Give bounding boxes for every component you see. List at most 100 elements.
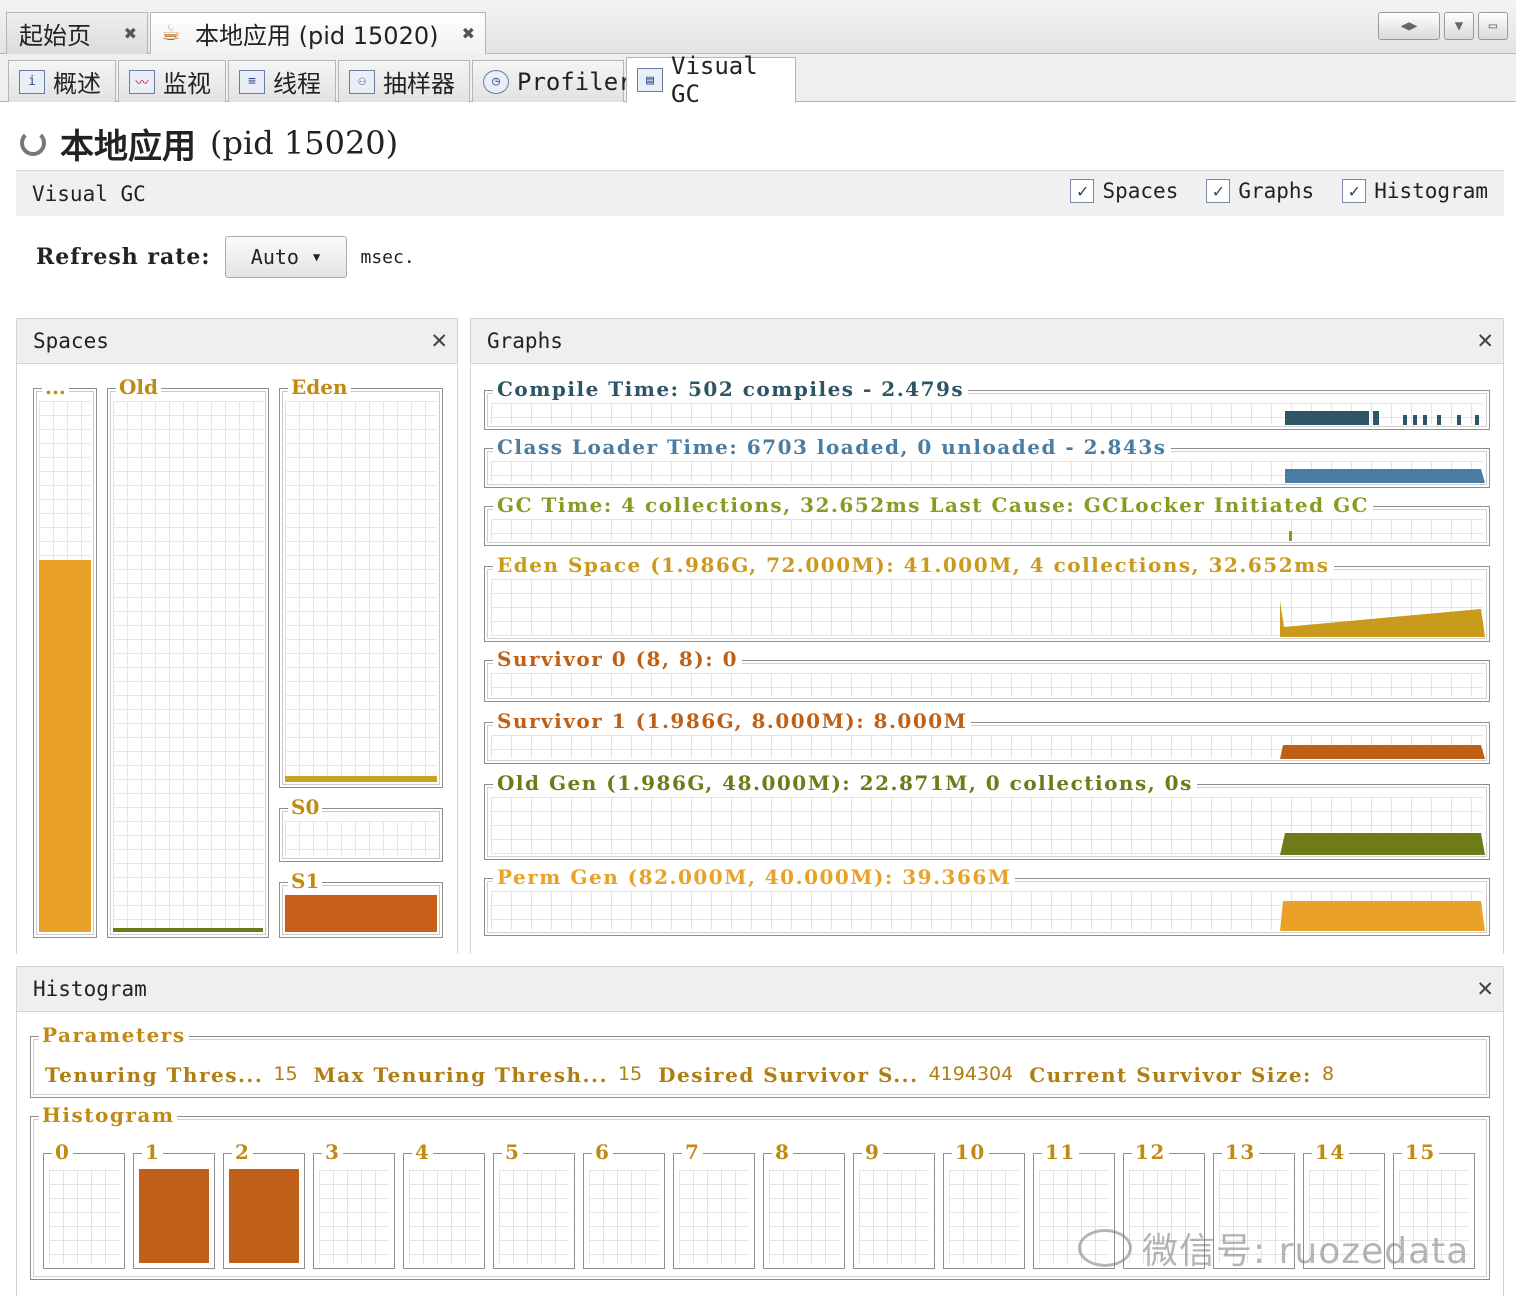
view-tab-bar: i 概述 〰 监视 ≡ 线程 ⚇ 抽样器 ◷ Profiler ▤ Visual… bbox=[0, 52, 1516, 108]
graph-plot bbox=[1280, 745, 1485, 759]
age-grid bbox=[49, 1170, 119, 1263]
checkmark-icon[interactable]: ✓ bbox=[1206, 179, 1231, 203]
space-grid bbox=[285, 821, 437, 856]
space-usage-fill bbox=[39, 560, 91, 932]
scroll-tabs-button[interactable]: ◀▶ bbox=[1378, 12, 1440, 40]
space-perm: ... bbox=[33, 376, 97, 938]
graph-plot bbox=[1280, 601, 1485, 637]
space-grid bbox=[285, 401, 437, 782]
overview-icon: i bbox=[19, 69, 45, 94]
graphs-checkbox[interactable]: ✓ Graphs bbox=[1206, 179, 1314, 203]
parameter-value: 15 bbox=[617, 1063, 643, 1085]
maximize-button[interactable]: ▭ bbox=[1478, 12, 1508, 40]
age-label: 12 bbox=[1132, 1141, 1169, 1163]
age-bucket: 6 bbox=[583, 1141, 665, 1269]
graph-trace bbox=[1285, 411, 1369, 425]
graph-trace bbox=[1285, 469, 1485, 483]
tab-monitor[interactable]: 〰 监视 bbox=[118, 60, 226, 102]
tab-profiler[interactable]: ◷ Profiler bbox=[472, 60, 633, 102]
tab-local-app[interactable]: ☕ 本地应用 (pid 15020) ✖ bbox=[150, 12, 486, 54]
checkbox-label: Graphs bbox=[1238, 179, 1315, 203]
space-grid bbox=[113, 401, 263, 932]
parameter-name: Current Survivor Size: bbox=[1029, 1063, 1312, 1087]
parameter-value: 15 bbox=[273, 1063, 298, 1085]
tab-visual-gc[interactable]: ▤ Visual GC bbox=[626, 52, 796, 108]
parameter-name: Tenuring Thres... bbox=[45, 1063, 264, 1087]
age-label: 11 bbox=[1042, 1141, 1079, 1163]
space-label: S1 bbox=[288, 870, 323, 892]
close-icon[interactable]: ✕ bbox=[1477, 325, 1493, 355]
age-bucket: 2 bbox=[223, 1141, 305, 1269]
loading-spinner-icon bbox=[20, 130, 46, 156]
age-label: 2 bbox=[232, 1141, 254, 1163]
graph-grid bbox=[491, 673, 1483, 696]
refresh-rate-row: Refresh rate: Auto ▼ msec. bbox=[36, 236, 415, 278]
tab-label: 监视 bbox=[163, 70, 211, 98]
space-label: Eden bbox=[288, 376, 351, 398]
tab-label: 起始页 bbox=[19, 22, 91, 50]
space-usage-fill bbox=[285, 776, 437, 782]
graphs-panel-header: Graphs ✕ bbox=[470, 318, 1504, 364]
spaces-panel-header: Spaces ✕ bbox=[16, 318, 458, 364]
close-icon[interactable]: ✖ bbox=[124, 24, 137, 43]
checkmark-icon[interactable]: ✓ bbox=[1342, 179, 1367, 203]
graph-label: Compile Time: 502 compiles - 2.479s bbox=[493, 377, 969, 401]
age-bucket: 0 bbox=[43, 1141, 125, 1269]
close-icon[interactable]: ✕ bbox=[431, 325, 447, 355]
parameter-name: Max Tenuring Thresh... bbox=[313, 1063, 608, 1087]
graph-perm-gen: Perm Gen (82.000M, 40.000M): 39.366M bbox=[484, 865, 1490, 936]
graph-trace bbox=[1457, 415, 1461, 425]
age-bucket: 5 bbox=[493, 1141, 575, 1269]
graph-plot bbox=[1289, 531, 1292, 541]
age-grid bbox=[769, 1170, 839, 1263]
graph-survivor-0: Survivor 0 (8, 8): 0 bbox=[484, 647, 1490, 702]
graph-label: Old Gen (1.986G, 48.000M): 22.871M, 0 co… bbox=[493, 771, 1197, 795]
age-grid bbox=[949, 1170, 1019, 1263]
parameters-box: Parameters Tenuring Thres... 15 Max Tenu… bbox=[30, 1024, 1490, 1098]
graph-label: GC Time: 4 collections, 32.652ms Last Ca… bbox=[493, 493, 1374, 517]
refresh-rate-select[interactable]: Auto ▼ bbox=[224, 236, 347, 278]
space-label: Old bbox=[116, 376, 162, 398]
graph-old-gen: Old Gen (1.986G, 48.000M): 22.871M, 0 co… bbox=[484, 771, 1490, 860]
graph-label: Survivor 0 (8, 8): 0 bbox=[493, 647, 743, 671]
checkbox-label: Spaces bbox=[1102, 179, 1179, 203]
tab-list-dropdown-button[interactable]: ▼ bbox=[1444, 12, 1474, 40]
monitor-icon: 〰 bbox=[129, 69, 155, 94]
age-label: 10 bbox=[952, 1141, 989, 1163]
wechat-logo-icon bbox=[1078, 1229, 1132, 1267]
space-eden: Eden bbox=[279, 376, 443, 788]
space-label: ... bbox=[42, 376, 69, 398]
profiler-icon: ◷ bbox=[483, 69, 509, 94]
page-title-pid: (pid 15020) bbox=[210, 124, 399, 162]
age-label: 1 bbox=[142, 1141, 164, 1163]
tab-label: Profiler bbox=[517, 67, 633, 96]
graph-plot bbox=[1280, 833, 1485, 855]
age-grid bbox=[679, 1170, 749, 1263]
age-grid bbox=[319, 1170, 389, 1263]
graph-gc-time: GC Time: 4 collections, 32.652ms Last Ca… bbox=[484, 493, 1490, 546]
age-bucket: 4 bbox=[403, 1141, 485, 1269]
age-bucket: 7 bbox=[673, 1141, 755, 1269]
spaces-panel-title: Spaces bbox=[33, 329, 109, 353]
age-label: 9 bbox=[862, 1141, 884, 1163]
histogram-checkbox[interactable]: ✓ Histogram bbox=[1342, 179, 1488, 203]
space-usage-fill bbox=[113, 928, 263, 932]
graph-compile-time: Compile Time: 502 compiles - 2.479s bbox=[484, 377, 1490, 430]
graph-trace bbox=[1437, 415, 1441, 425]
age-grid bbox=[409, 1170, 479, 1263]
space-s1: S1 bbox=[279, 870, 443, 938]
tab-start-page[interactable]: 起始页 ✖ bbox=[6, 12, 148, 54]
parameter-value: 8 bbox=[1321, 1063, 1335, 1085]
tab-sampler[interactable]: ⚇ 抽样器 bbox=[338, 60, 470, 102]
view-toggles: ✓ Spaces ✓ Graphs ✓ Histogram bbox=[1070, 179, 1488, 203]
tab-threads[interactable]: ≡ 线程 bbox=[228, 60, 336, 102]
spaces-checkbox[interactable]: ✓ Spaces bbox=[1070, 179, 1178, 203]
tab-overview[interactable]: i 概述 bbox=[8, 60, 116, 102]
age-label: 7 bbox=[682, 1141, 704, 1163]
checkmark-icon[interactable]: ✓ bbox=[1070, 179, 1095, 203]
visualgc-icon: ▤ bbox=[637, 68, 663, 92]
page-title: 本地应用 (pid 15020) bbox=[20, 118, 398, 168]
age-label: 5 bbox=[502, 1141, 524, 1163]
close-icon[interactable]: ✕ bbox=[1477, 973, 1493, 1003]
close-icon[interactable]: ✖ bbox=[462, 24, 475, 43]
